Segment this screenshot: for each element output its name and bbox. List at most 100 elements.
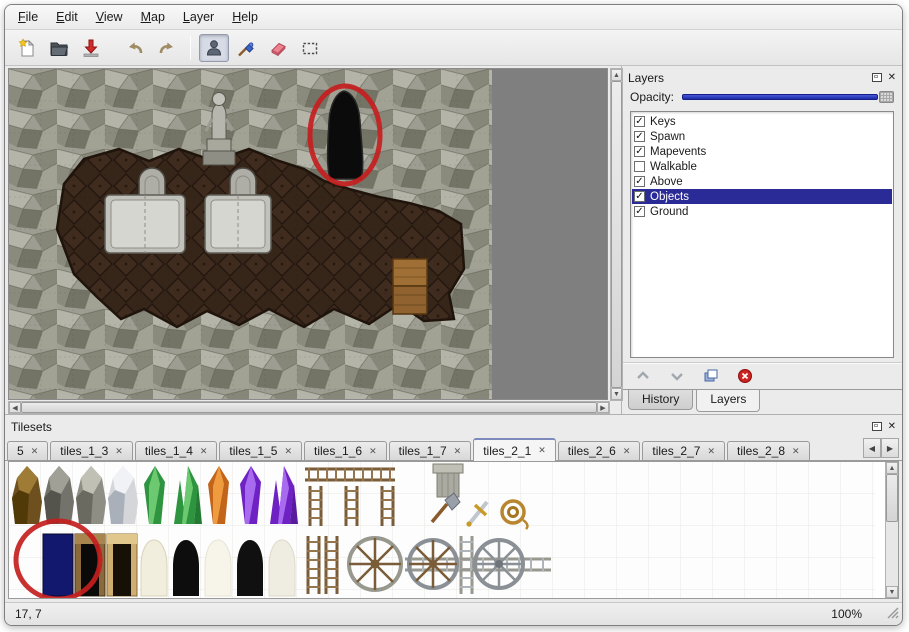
tileset-vertical-scrollbar[interactable]: ▲ ▼ bbox=[885, 462, 898, 598]
arch-tile-faint bbox=[269, 540, 295, 596]
scroll-down-icon[interactable]: ▼ bbox=[886, 586, 898, 598]
close-panel-icon[interactable]: ✕ bbox=[888, 73, 896, 83]
layer-row-ground[interactable]: ✓ Ground bbox=[632, 204, 892, 219]
fill-tool-button[interactable] bbox=[231, 34, 261, 62]
menu-edit[interactable]: Edit bbox=[47, 6, 87, 28]
tab-scroll-left-icon[interactable]: ◀ bbox=[863, 438, 881, 458]
tileset-view[interactable]: ▲ ▼ bbox=[8, 461, 899, 599]
layer-name: Ground bbox=[650, 206, 688, 218]
rect-select-tool-button[interactable] bbox=[295, 34, 325, 62]
layer-checkbox-unchecked[interactable] bbox=[634, 161, 645, 172]
duplicate-layer-button[interactable] bbox=[700, 366, 722, 386]
layers-panel: Layers ✕ Opacity: ✓ Keys ✓ bbox=[621, 66, 902, 414]
close-tab-icon[interactable]: ✕ bbox=[538, 445, 546, 456]
layer-row-mapevents[interactable]: ✓ Mapevents bbox=[632, 144, 892, 159]
tilesets-panel: Tilesets ✕ 5 ✕ tiles_1_3 ✕ tiles_1_4 ✕ t… bbox=[5, 414, 902, 602]
map-horizontal-scrollbar[interactable]: ◀ ▶ bbox=[8, 401, 610, 414]
scroll-right-icon[interactable]: ▶ bbox=[597, 402, 609, 413]
move-layer-down-button[interactable] bbox=[666, 366, 688, 386]
duplicate-layer-icon bbox=[703, 369, 719, 383]
tileset-tab-tiles_2_6[interactable]: tiles_2_6 ✕ bbox=[558, 441, 641, 460]
undo-icon bbox=[125, 38, 145, 58]
menu-map[interactable]: Map bbox=[132, 6, 174, 28]
scroll-left-icon[interactable]: ◀ bbox=[9, 402, 21, 413]
close-tab-icon[interactable]: ✕ bbox=[707, 446, 715, 457]
close-tab-icon[interactable]: ✕ bbox=[115, 446, 123, 457]
map-editor-window: File Edit View Map Layer Help bbox=[4, 4, 903, 626]
close-tab-icon[interactable]: ✕ bbox=[369, 446, 377, 457]
tileset-tab-tiles_1_3[interactable]: tiles_1_3 ✕ bbox=[50, 441, 133, 460]
floor-door-sprite bbox=[205, 195, 271, 253]
selected-tile[interactable] bbox=[43, 534, 73, 596]
layer-checkbox[interactable]: ✓ bbox=[634, 116, 645, 127]
tileset-tab-tiles_2_7[interactable]: tiles_2_7 ✕ bbox=[642, 441, 725, 460]
tileset-tab-tiles_1_6[interactable]: tiles_1_6 ✕ bbox=[304, 441, 387, 460]
undo-button[interactable] bbox=[120, 34, 150, 62]
open-map-button[interactable] bbox=[44, 34, 74, 62]
float-panel-icon[interactable] bbox=[872, 422, 882, 431]
redo-button[interactable] bbox=[152, 34, 182, 62]
layer-checkbox[interactable]: ✓ bbox=[634, 176, 645, 187]
layer-checkbox[interactable]: ✓ bbox=[634, 206, 645, 217]
opacity-slider[interactable] bbox=[682, 90, 894, 104]
tileset-tab-tiles_1_4[interactable]: tiles_1_4 ✕ bbox=[135, 441, 218, 460]
tab-history[interactable]: History bbox=[628, 390, 693, 410]
tab-scroll-right-icon[interactable]: ▶ bbox=[881, 438, 899, 458]
layer-row-walkable[interactable]: Walkable bbox=[632, 159, 892, 174]
menu-help[interactable]: Help bbox=[223, 6, 267, 28]
scroll-up-icon[interactable]: ▲ bbox=[611, 69, 622, 81]
stamp-tool-icon bbox=[204, 38, 224, 58]
menubar: File Edit View Map Layer Help bbox=[5, 5, 902, 30]
scroll-down-icon[interactable]: ▼ bbox=[611, 388, 622, 400]
close-tab-icon[interactable]: ✕ bbox=[284, 446, 292, 457]
close-tab-icon[interactable]: ✕ bbox=[200, 446, 208, 457]
layer-checkbox[interactable]: ✓ bbox=[634, 191, 645, 202]
menu-view[interactable]: View bbox=[87, 6, 132, 28]
save-map-icon bbox=[81, 38, 101, 58]
opacity-slider-handle[interactable] bbox=[879, 91, 894, 103]
eraser-tool-button[interactable] bbox=[263, 34, 293, 62]
map-view[interactable] bbox=[8, 68, 608, 400]
close-tab-icon[interactable]: ✕ bbox=[31, 446, 39, 457]
tileset-tab-tiles_2_8[interactable]: tiles_2_8 ✕ bbox=[727, 441, 810, 460]
tileset-tab-tiles_1_7[interactable]: tiles_1_7 ✕ bbox=[389, 441, 472, 460]
layer-row-keys[interactable]: ✓ Keys bbox=[632, 114, 892, 129]
layer-row-spawn[interactable]: ✓ Spawn bbox=[632, 129, 892, 144]
tileset-tab-tiles_2_1[interactable]: tiles_2_1 ✕ bbox=[473, 438, 556, 461]
layers-panel-title: Layers bbox=[628, 71, 664, 85]
layer-checkbox[interactable]: ✓ bbox=[634, 146, 645, 157]
map-vertical-scrollbar[interactable]: ▲ ▼ bbox=[610, 68, 623, 401]
menu-layer[interactable]: Layer bbox=[174, 6, 223, 28]
float-panel-icon[interactable] bbox=[872, 73, 882, 82]
tab-layers[interactable]: Layers bbox=[696, 390, 760, 412]
resize-grip[interactable] bbox=[886, 606, 899, 622]
cursor-coordinates: 17, 7 bbox=[15, 607, 42, 621]
delete-layer-button[interactable] bbox=[734, 366, 756, 386]
save-map-button[interactable] bbox=[76, 34, 106, 62]
move-layer-up-button[interactable] bbox=[632, 366, 654, 386]
opacity-slider-fill bbox=[682, 94, 878, 100]
scrollbar-thumb[interactable] bbox=[886, 474, 898, 522]
close-tab-icon[interactable]: ✕ bbox=[792, 446, 800, 457]
close-tab-icon[interactable]: ✕ bbox=[454, 446, 462, 457]
layer-name: Walkable bbox=[650, 161, 697, 173]
void-area bbox=[492, 69, 607, 399]
layer-row-above[interactable]: ✓ Above bbox=[632, 174, 892, 189]
layer-name: Keys bbox=[650, 116, 676, 128]
stamp-tool-button[interactable] bbox=[199, 34, 229, 62]
tileset-tab-5[interactable]: 5 ✕ bbox=[7, 441, 48, 460]
menu-file[interactable]: File bbox=[9, 6, 47, 28]
scrollbar-thumb[interactable] bbox=[21, 402, 597, 413]
scroll-up-icon[interactable]: ▲ bbox=[886, 462, 898, 474]
scrollbar-thumb[interactable] bbox=[611, 81, 622, 388]
wheel-tile bbox=[409, 540, 457, 588]
arch-tile-white bbox=[141, 540, 167, 596]
close-tab-icon[interactable]: ✕ bbox=[623, 446, 631, 457]
new-map-button[interactable] bbox=[12, 34, 42, 62]
layer-checkbox[interactable]: ✓ bbox=[634, 131, 645, 142]
tileset-tab-tiles_1_5[interactable]: tiles_1_5 ✕ bbox=[219, 441, 302, 460]
layer-row-objects[interactable]: ✓ Objects bbox=[632, 189, 892, 204]
close-panel-icon[interactable]: ✕ bbox=[888, 422, 896, 432]
map-area: ▲ ▼ ◀ ▶ bbox=[5, 66, 621, 414]
opacity-label: Opacity: bbox=[630, 90, 674, 104]
